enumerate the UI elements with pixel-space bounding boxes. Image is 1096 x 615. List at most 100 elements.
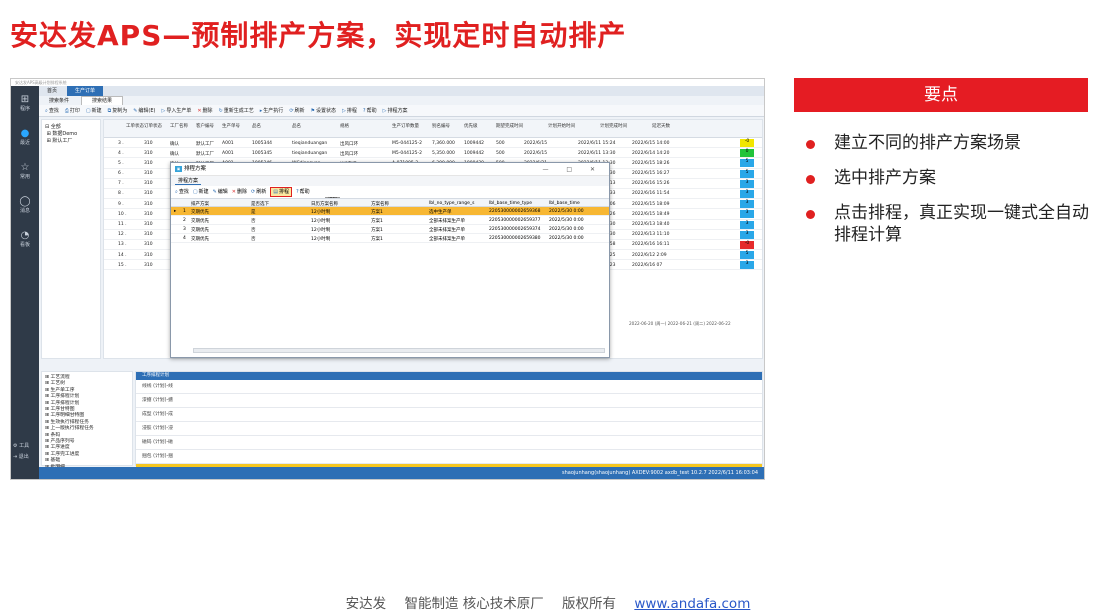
toolbar-button[interactable]: ⎙打印 xyxy=(65,105,80,116)
tools-button[interactable]: ⚙ 工具 xyxy=(13,441,29,452)
toolbar-button[interactable]: ?帮助 xyxy=(362,105,377,116)
grid-column-header[interactable]: 优先级 xyxy=(464,123,478,129)
grid-icon: ⊞ xyxy=(20,94,30,105)
toolbar-button[interactable]: ⌕查找 xyxy=(45,105,59,116)
footer-website-link[interactable]: www.andafa.com xyxy=(634,596,750,612)
dialog-column-header[interactable]: lbl_base_time_type xyxy=(489,201,532,206)
table-cell: 选中生产单 xyxy=(429,210,452,215)
table-cell: 2022/6/15 18:26 xyxy=(632,160,670,166)
tab-search-results[interactable]: 搜索结果 xyxy=(80,96,123,105)
schedule-row[interactable]: 捆包 (计划)-捆 xyxy=(136,450,762,464)
toolbar-icon: ▸ xyxy=(259,108,263,114)
table-cell: 2022/6/15 xyxy=(524,140,548,146)
nav-item[interactable]: ◯ 消息 xyxy=(11,188,39,222)
schedule-plan-panel: 工序排程计划 线线 (计划)-线 漆搪 (计划)-搪 成型 (计划)-成 浸胶 (计划… xyxy=(135,371,763,478)
table-cell: 出风口环 xyxy=(340,141,358,147)
exit-button[interactable]: ⇥ 退出 xyxy=(13,452,29,463)
table-cell: 2022/6/13 11:10 xyxy=(632,232,670,238)
row-number: 3 . xyxy=(118,140,124,146)
schedule-plan-tab[interactable]: 工序排程计划 xyxy=(136,372,762,380)
toolbar-button[interactable]: ⧉复制为 xyxy=(108,105,128,116)
key-point-item: 建立不同的排产方案场景 xyxy=(804,132,1094,154)
tree-item-demo[interactable]: ⊞ 数据Demo xyxy=(45,131,97,138)
table-row[interactable]: 4 . 310 确认 默认工厂 A001 1005345 tieqianduangan 出风口… xyxy=(104,148,762,159)
dialog-toolbar-button[interactable]: ⌕查找 xyxy=(175,186,189,198)
plan-row[interactable]: 2 交期优先 否 12小时制 方案1 全部未排案生产单 220530000002659377… xyxy=(171,216,609,225)
status-bar: shaojunhang(shaojunhang) AXDEV:9002 axdb… xyxy=(39,467,764,479)
nav-item[interactable]: ● 最近 xyxy=(11,120,39,154)
tree-item-all[interactable]: ⊟ 全部 xyxy=(45,124,97,131)
dialog-toolbar-button[interactable]: ?帮助 xyxy=(296,186,310,198)
schedule-row[interactable]: 漆搪 (计划)-搪 xyxy=(136,394,762,408)
horizontal-scrollbar[interactable] xyxy=(193,348,605,353)
table-cell: M5-044125-2 xyxy=(392,140,423,146)
nav-item[interactable]: ◔ 看板 xyxy=(11,222,39,256)
nav-bottom: ⚙ 工具 ⇥ 退出 xyxy=(13,441,29,463)
slide-title: 安达发APS—预制排产方案，实现定时自动排产 xyxy=(10,19,627,52)
toolbar-button[interactable]: ▷排程 xyxy=(342,105,357,116)
toolbar-button[interactable]: ▷排程方案 xyxy=(383,105,408,116)
dashboard-icon: ◔ xyxy=(20,230,30,241)
toolbar-button[interactable]: ✕删除 xyxy=(197,105,212,116)
toolbar-button[interactable]: ⚑设置状态 xyxy=(311,105,337,116)
window-buttons[interactable]: — □ ✕ xyxy=(542,163,603,176)
table-cell: 默认工厂 xyxy=(196,151,214,157)
grid-column-header[interactable]: 客户编号 xyxy=(196,123,214,129)
grid-column-header[interactable]: 订单状态 xyxy=(144,123,162,129)
row-number: 4 xyxy=(183,236,186,241)
table-cell: 2022/6/16 15:26 xyxy=(632,181,670,187)
grid-column-header[interactable]: 生产单号 xyxy=(222,123,240,129)
grid-column-header[interactable]: 期望完成时间 xyxy=(496,123,523,129)
schedule-row[interactable]: 成型 (计划)-成 xyxy=(136,408,762,422)
plan-row[interactable]: 3 交期优先 否 12小时制 方案1 全部未排案生产单 220530000002659374… xyxy=(171,225,609,234)
table-cell: 2022/6/11 15:24 xyxy=(578,140,616,146)
toolbar-button[interactable]: ▢新建 xyxy=(86,105,102,116)
delay-badge: 3 xyxy=(740,200,754,209)
table-cell: 是 xyxy=(251,210,256,215)
grid-column-header[interactable]: 规格 xyxy=(340,123,349,129)
nav-item[interactable]: ☆ 常用 xyxy=(11,154,39,188)
toolbar-button[interactable]: ▸生产执行 xyxy=(259,105,284,116)
dialog-toolbar-button[interactable]: ▢新建 xyxy=(193,186,209,198)
grid-header: 工单状态 订单状态 工厂名称 客户编号 生产单号 品名 品名 规格 生产订单数量 别名编号 优先级 期… xyxy=(104,120,762,138)
table-cell: 2022/6/11 13:30 xyxy=(578,150,616,156)
table-cell: 2022/5/30 0:00 xyxy=(549,236,584,241)
plan-row[interactable]: ▸ 1 交期优先 是 12小时制 方案1 选中生产单 220530000002659368 20… xyxy=(171,207,609,216)
schedule-row[interactable]: 线线 (计划)-线 xyxy=(136,380,762,394)
toolbar-icon: ? xyxy=(362,108,366,114)
dialog-column-header[interactable]: lbl_base_time xyxy=(549,201,580,206)
schedule-button[interactable]: ▤排程 xyxy=(270,186,292,198)
nav-item[interactable]: ⊞ 程序 xyxy=(11,86,39,120)
table-cell: 1005344 xyxy=(252,140,273,146)
table-cell: 方案1 xyxy=(371,228,383,233)
table-cell: 310 xyxy=(144,150,153,156)
schedule-row[interactable]: 磁码 (计划)-磁 xyxy=(136,436,762,450)
toolbar-button[interactable]: ↻重新生成工艺 xyxy=(219,105,254,116)
tab-home[interactable]: 首页 xyxy=(39,86,65,96)
grid-column-header[interactable]: 延迟天数 xyxy=(652,123,670,129)
dialog-tab-bar: 排程方案 xyxy=(171,176,609,186)
tab-production-order[interactable]: 生产订单 xyxy=(66,86,103,96)
grid-column-header[interactable]: 别名编号 xyxy=(432,123,450,129)
grid-column-header[interactable]: 品名 xyxy=(292,123,301,129)
plan-row[interactable]: 4 交期优先 否 12小时制 方案1 全部未排案生产单 220530000002659380… xyxy=(171,234,609,243)
toolbar-button[interactable]: ▷导入生产单 xyxy=(161,105,191,116)
table-row[interactable]: 3 . 310 确认 默认工厂 A001 1005344 tieqianduangan 出风口… xyxy=(104,138,762,149)
grid-column-header[interactable]: 计划开始时间 xyxy=(548,123,575,129)
dialog-toolbar-button[interactable]: ✎编辑 xyxy=(213,186,228,198)
grid-column-header[interactable]: 品名 xyxy=(252,123,261,129)
toolbar-button[interactable]: ✎编辑(E) xyxy=(133,105,155,116)
toolbar-icon: ▷ xyxy=(342,108,346,114)
dialog-toolbar-button[interactable]: ✕删除 xyxy=(232,186,247,198)
dialog-tab[interactable]: 排程方案 xyxy=(175,178,202,185)
tree-item-default-factory[interactable]: ⊞ 默认工厂 xyxy=(45,138,97,145)
toolbar-button[interactable]: ⟳刷新 xyxy=(289,105,304,116)
row-number: 1 xyxy=(183,209,186,214)
grid-column-header[interactable]: 工厂名称 xyxy=(170,123,188,129)
grid-column-header[interactable]: 工单状态 xyxy=(126,123,144,129)
dialog-toolbar-button[interactable]: ⟳刷新 xyxy=(251,186,266,198)
grid-column-header[interactable]: 生产订单数量 xyxy=(392,123,419,129)
grid-column-header[interactable]: 计划完成时间 xyxy=(600,123,627,129)
dialog-column-header[interactable]: lbl_no_type_range_s xyxy=(429,201,474,206)
schedule-row[interactable]: 浸胶 (计划)-浸 xyxy=(136,422,762,436)
